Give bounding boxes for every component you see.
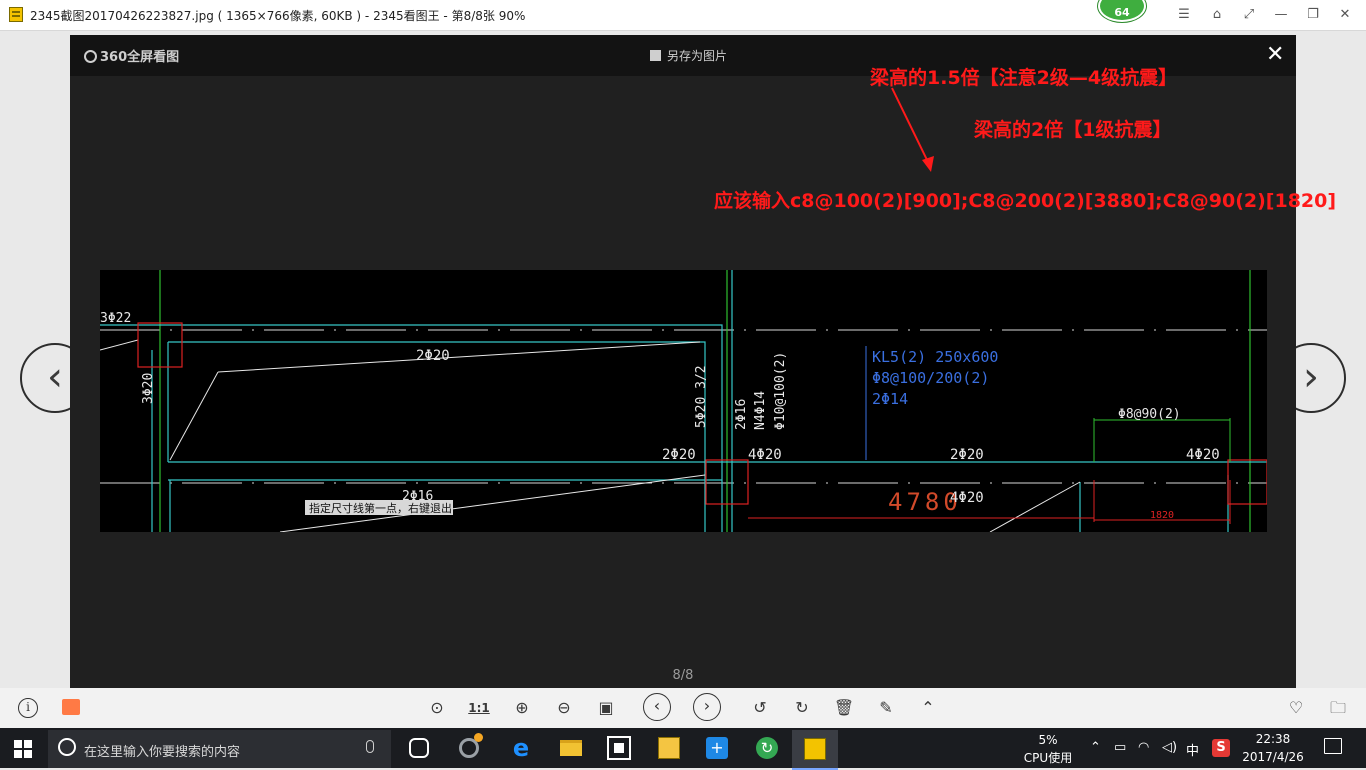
maximize-button[interactable]: ❐	[1303, 5, 1323, 25]
window-title: 2345截图20170426223827.jpg ( 1365×766像素, 6…	[30, 9, 526, 23]
mouse-icon[interactable]: ⊙	[426, 698, 448, 718]
save-as-label: 另存为图片	[667, 49, 728, 63]
battery-icon[interactable]: ▭	[1114, 740, 1126, 755]
close-button[interactable]: ✕	[1335, 5, 1355, 25]
label-2phi20-a: 2Φ20	[662, 447, 696, 463]
next-image-toolbar-button[interactable]: ›	[693, 693, 721, 721]
image-counter: 8/8	[672, 668, 694, 683]
annotation-line-3: 应该输入c8@100(2)[900];C8@200(2)[3880];C8@90…	[714, 190, 1337, 212]
microphone-icon[interactable]	[366, 740, 374, 753]
tray-expand-icon[interactable]: ⌃	[1090, 740, 1101, 755]
notes-app-icon[interactable]	[654, 733, 684, 763]
rebar-line-1	[100, 339, 139, 351]
sogou-ime-icon[interactable]: S	[1212, 739, 1230, 757]
beam-waist-label: 2Φ14	[872, 390, 908, 408]
refresh-app-icon[interactable]: ↻	[752, 733, 782, 763]
zoom-in-icon[interactable]: ⊕	[511, 698, 533, 718]
bottom-toolbar	[0, 688, 1366, 728]
brand-logo-icon	[84, 50, 97, 63]
fullscreen-icon[interactable]: ⤢	[1239, 5, 1259, 25]
menu-icon[interactable]: ☰	[1174, 5, 1194, 25]
folder-icon[interactable]: 🗀	[1327, 698, 1349, 718]
label-3phi22: 3Φ22	[100, 311, 131, 326]
viewer-close-button[interactable]: ✕	[1266, 42, 1284, 68]
command-prompt-text: 指定尺寸线第一点，右键退出	[309, 501, 452, 515]
cortana-icon	[58, 738, 76, 756]
skin-icon[interactable]: ⌂	[1207, 5, 1227, 25]
save-as-button[interactable]: 另存为图片	[650, 47, 727, 64]
edit-icon[interactable]: ✎	[875, 698, 897, 718]
network-app-icon[interactable]: +	[702, 733, 732, 763]
ime-indicator[interactable]: 中	[1186, 740, 1199, 759]
file-explorer-icon[interactable]	[556, 733, 586, 763]
cad-drawing: 3Φ22 3Φ20 2Φ20 5Φ20 3/2 2Φ16 N4Φ14 Φ10@1…	[100, 270, 1267, 532]
dimension-1820: 1820	[1150, 510, 1174, 521]
label-4phi20-c: 4Φ20	[950, 490, 984, 506]
label-phi8-90: Φ8@90(2)	[1118, 407, 1181, 422]
beam-name-label: KL5(2) 250x600	[872, 348, 998, 366]
notification-center-icon[interactable]	[1324, 738, 1342, 754]
cpu-usage-label: CPU使用	[1023, 751, 1073, 765]
rebar-line-3	[169, 371, 219, 461]
clock-time[interactable]: 22:38	[1236, 732, 1310, 746]
delete-icon[interactable]: 🗑	[833, 698, 855, 718]
brand-label: 360全屏看图	[100, 50, 180, 65]
swirl-app-icon[interactable]	[454, 733, 484, 763]
windows-start-icon[interactable]	[14, 740, 32, 758]
label-5phi20: 5Φ20 3/2	[694, 365, 709, 428]
label-3phi20: 3Φ20	[141, 373, 156, 404]
column-box-right	[1227, 459, 1267, 505]
edge-browser-icon[interactable]: e	[506, 733, 536, 763]
label-4phi20-b: 4Φ20	[1186, 447, 1220, 463]
task-view-icon[interactable]	[404, 733, 434, 763]
label-2phi20-b: 2Φ20	[950, 447, 984, 463]
label-phi10: Φ10@100(2)	[773, 352, 788, 430]
floppy-icon	[650, 50, 661, 61]
rebar-line-5	[989, 481, 1081, 532]
zoom-out-icon[interactable]: ⊖	[553, 698, 575, 718]
rotate-right-icon[interactable]: ↻	[791, 698, 813, 718]
cpu-usage-percent: 5%	[1038, 733, 1058, 747]
volume-icon[interactable]: ◁)	[1162, 740, 1177, 755]
label-2phi20-top: 2Φ20	[416, 348, 450, 364]
label-2phi16-vertical: 2Φ16	[734, 399, 749, 430]
clock-date[interactable]: 2017/4/26	[1236, 750, 1310, 764]
app-icon	[9, 7, 23, 22]
rebar-line-2	[217, 341, 701, 373]
actual-size-button[interactable]: 1:1	[468, 698, 490, 718]
gift-icon[interactable]	[62, 699, 80, 715]
beam-stirrup-label: Φ8@100/200(2)	[872, 369, 989, 387]
annotation-arrow	[891, 87, 934, 172]
more-up-icon[interactable]: ⌃	[917, 698, 939, 718]
wifi-icon[interactable]: ◠	[1138, 740, 1149, 755]
image-viewer-task-active[interactable]	[792, 730, 838, 770]
search-placeholder: 在这里输入你要搜索的内容	[84, 745, 241, 760]
prev-image-toolbar-button[interactable]: ‹	[643, 693, 671, 721]
store-icon[interactable]	[604, 733, 634, 763]
favorite-icon[interactable]: ♡	[1285, 698, 1307, 718]
annotation-line-2: 梁高的2倍【1级抗震】	[974, 119, 1172, 141]
viewer-brand: 360全屏看图	[84, 46, 179, 65]
slideshow-icon[interactable]: ▣	[595, 698, 617, 718]
label-4phi20-a: 4Φ20	[748, 447, 782, 463]
info-button[interactable]: i	[18, 698, 38, 718]
minimize-button[interactable]: —	[1271, 5, 1291, 25]
label-n4phi14: N4Φ14	[753, 391, 768, 430]
rotate-left-icon[interactable]: ↺	[749, 698, 771, 718]
